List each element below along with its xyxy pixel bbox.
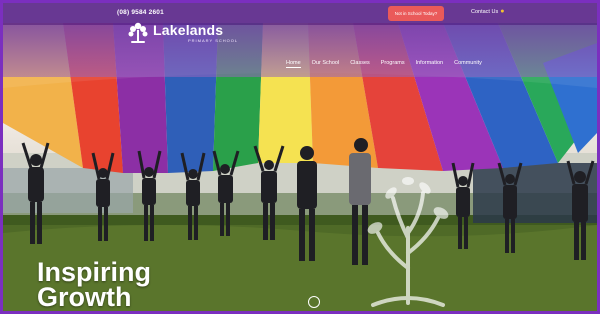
tree-watermark-icon bbox=[367, 177, 449, 307]
nav-item-programs[interactable]: Programs bbox=[381, 60, 405, 66]
school-logo[interactable]: Lakelands PRIMARY SCHOOL bbox=[127, 22, 238, 44]
page-frame: (08) 9584 2601 Not in School Today? Cont… bbox=[0, 0, 600, 314]
main-header bbox=[3, 25, 597, 77]
contact-us-link[interactable]: Contact Us ● bbox=[471, 8, 504, 15]
not-in-school-button[interactable]: Not in School Today? bbox=[388, 6, 444, 21]
hero-headline: Inspiring Growth bbox=[37, 259, 151, 311]
school-name: Lakelands bbox=[153, 22, 224, 38]
school-subtitle: PRIMARY SCHOOL bbox=[188, 38, 239, 43]
phone-number[interactable]: (08) 9584 2601 bbox=[117, 9, 164, 16]
nav-item-community[interactable]: Community bbox=[454, 60, 482, 66]
scroll-down-icon[interactable] bbox=[308, 296, 320, 308]
contact-us-label: Contact Us bbox=[471, 8, 499, 15]
nav-item-classes[interactable]: Classes bbox=[350, 60, 370, 66]
hero-section: (08) 9584 2601 Not in School Today? Cont… bbox=[3, 3, 597, 311]
top-bar: (08) 9584 2601 Not in School Today? Cont… bbox=[3, 3, 597, 25]
nav-item-home[interactable]: Home bbox=[286, 60, 301, 68]
main-nav: Home Our School Classes Programs Informa… bbox=[286, 60, 482, 68]
location-pin-icon: ● bbox=[500, 8, 505, 15]
logo-text: Lakelands PRIMARY SCHOOL bbox=[153, 23, 238, 43]
nav-item-information[interactable]: Information bbox=[416, 60, 444, 66]
nav-item-our-school[interactable]: Our School bbox=[312, 60, 340, 66]
headline-line-2: Growth bbox=[37, 282, 132, 311]
tree-logo-icon bbox=[128, 22, 148, 43]
